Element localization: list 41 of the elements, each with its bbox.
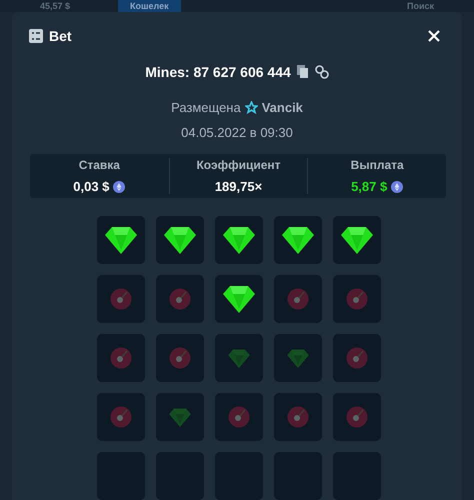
mine-tile[interactable] bbox=[274, 334, 322, 382]
bet-date: 04.05.2022 в 09:30 bbox=[180, 125, 294, 140]
player-name[interactable]: Vancik bbox=[262, 100, 303, 115]
mine-tile[interactable] bbox=[97, 275, 145, 323]
mine-tile[interactable] bbox=[274, 216, 322, 264]
list-icon bbox=[29, 29, 43, 43]
mine-tile[interactable] bbox=[274, 393, 322, 441]
dialog-title: Bet bbox=[49, 28, 73, 44]
mine-tile[interactable] bbox=[333, 216, 381, 264]
copy-button[interactable] bbox=[296, 65, 309, 79]
mine-tile[interactable] bbox=[215, 216, 263, 264]
placed-label: Размещена bbox=[171, 100, 241, 115]
balance-text: 45,57 $ bbox=[40, 1, 70, 11]
stat-label: Ставка bbox=[78, 158, 120, 172]
search-link[interactable]: Поиск bbox=[406, 1, 434, 11]
mine-tile[interactable] bbox=[333, 275, 381, 323]
link-button[interactable] bbox=[314, 65, 329, 79]
mine-tile[interactable] bbox=[156, 393, 204, 441]
mine-tile[interactable] bbox=[97, 393, 145, 441]
mine-tile[interactable] bbox=[215, 393, 263, 441]
mine-tile[interactable] bbox=[215, 275, 263, 323]
mine-tile[interactable] bbox=[333, 334, 381, 382]
mine-tile[interactable] bbox=[333, 393, 381, 441]
game-id: Mines: 87 627 606 444 bbox=[145, 64, 291, 80]
stat-value: 0,03 $ bbox=[73, 179, 110, 194]
star-icon bbox=[244, 101, 258, 114]
mine-tile[interactable] bbox=[156, 275, 204, 323]
close-button[interactable] bbox=[426, 28, 442, 44]
stat-label: Коэффициент bbox=[196, 158, 281, 172]
mine-tile[interactable] bbox=[156, 216, 204, 264]
mine-tile[interactable] bbox=[156, 334, 204, 382]
mine-tile[interactable] bbox=[215, 334, 263, 382]
wallet-button[interactable]: Кошелек bbox=[118, 0, 181, 12]
coin-icon bbox=[113, 180, 126, 192]
mine-tile[interactable] bbox=[274, 275, 322, 323]
stat-value: 5,87 $ bbox=[351, 179, 388, 194]
mine-tile[interactable] bbox=[97, 216, 145, 264]
stat-value: 189,75× bbox=[214, 179, 262, 194]
coin-icon bbox=[391, 180, 404, 192]
mine-tile[interactable] bbox=[97, 334, 145, 382]
stat-label: Выплата bbox=[350, 158, 404, 172]
